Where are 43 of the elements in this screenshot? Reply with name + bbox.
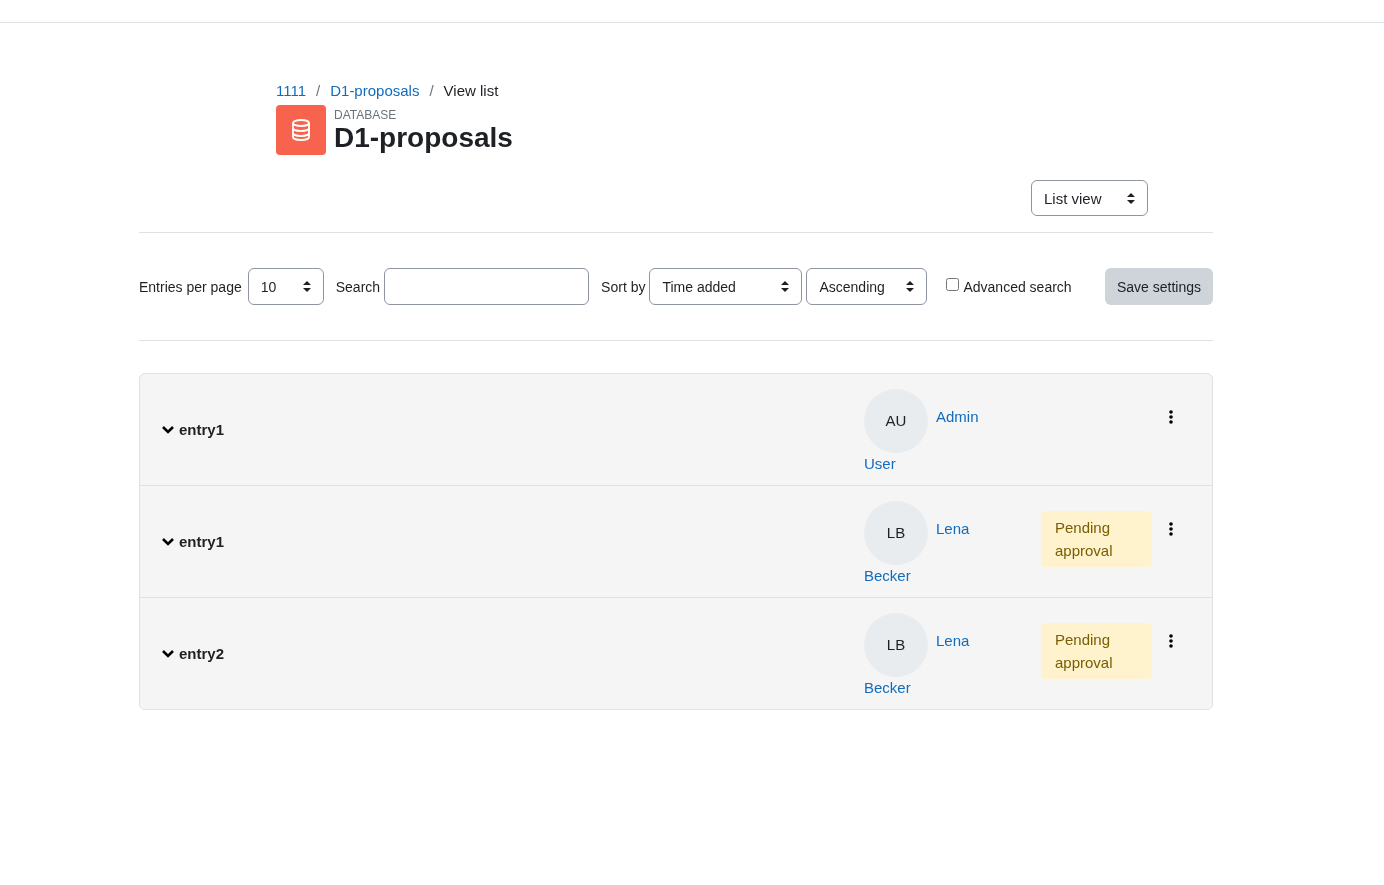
- save-settings-button[interactable]: Save settings: [1104, 268, 1213, 305]
- entries-per-page-select[interactable]: 10: [247, 268, 324, 305]
- sort-arrows-icon: [906, 281, 915, 292]
- more-actions-icon[interactable]: [1169, 522, 1173, 536]
- search-field[interactable]: [384, 268, 590, 305]
- status-badge: Pending approval: [1041, 511, 1152, 567]
- breadcrumb-current: View list: [443, 81, 499, 99]
- chevron-down-icon[interactable]: [161, 424, 175, 435]
- status-badge: Pending approval: [1041, 623, 1152, 679]
- sort-order-select[interactable]: Ascending: [806, 268, 928, 305]
- user-avatar: LB: [864, 612, 928, 677]
- user-avatar: AU: [864, 388, 928, 453]
- activity-type-label: DATABASE: [334, 108, 398, 122]
- advanced-search-label: Advanced search: [963, 278, 1072, 295]
- search-label: Search: [335, 278, 381, 295]
- user-first-name-link[interactable]: Lena: [936, 517, 970, 540]
- user-first-name-link[interactable]: Lena: [936, 629, 970, 652]
- chevron-down-icon[interactable]: [161, 536, 175, 547]
- advanced-search-checkbox[interactable]: [946, 278, 960, 291]
- chevron-down-icon[interactable]: [161, 648, 175, 659]
- breadcrumb-link[interactable]: D1-proposals: [330, 81, 420, 99]
- entry-title: entry2: [179, 645, 225, 662]
- user-first-name-link[interactable]: Admin: [936, 405, 979, 428]
- sort-arrows-icon: [781, 281, 790, 292]
- database-icon: [276, 105, 326, 155]
- sort-field-select[interactable]: Time added: [649, 268, 803, 305]
- user-last-name-link[interactable]: User: [864, 452, 896, 475]
- sort-arrows-icon: [302, 281, 311, 292]
- more-actions-icon[interactable]: [1169, 410, 1173, 424]
- breadcrumb-separator: /: [316, 81, 321, 99]
- entries-per-page-label: Entries per page: [139, 278, 242, 295]
- entry-title: entry1: [179, 421, 225, 438]
- user-last-name-link[interactable]: Becker: [864, 676, 911, 699]
- entry-title: entry1: [179, 533, 225, 550]
- sort-arrows-icon: [1127, 192, 1135, 204]
- sort-by-label: Sort by: [601, 278, 646, 295]
- page-title: D1-proposals: [334, 122, 513, 154]
- user-avatar: LB: [864, 500, 928, 565]
- view-select[interactable]: List view: [1031, 180, 1148, 216]
- user-last-name-link[interactable]: Becker: [864, 564, 911, 587]
- breadcrumb-separator: /: [429, 81, 434, 99]
- more-actions-icon[interactable]: [1169, 634, 1173, 648]
- breadcrumb-link[interactable]: 1111: [276, 81, 307, 99]
